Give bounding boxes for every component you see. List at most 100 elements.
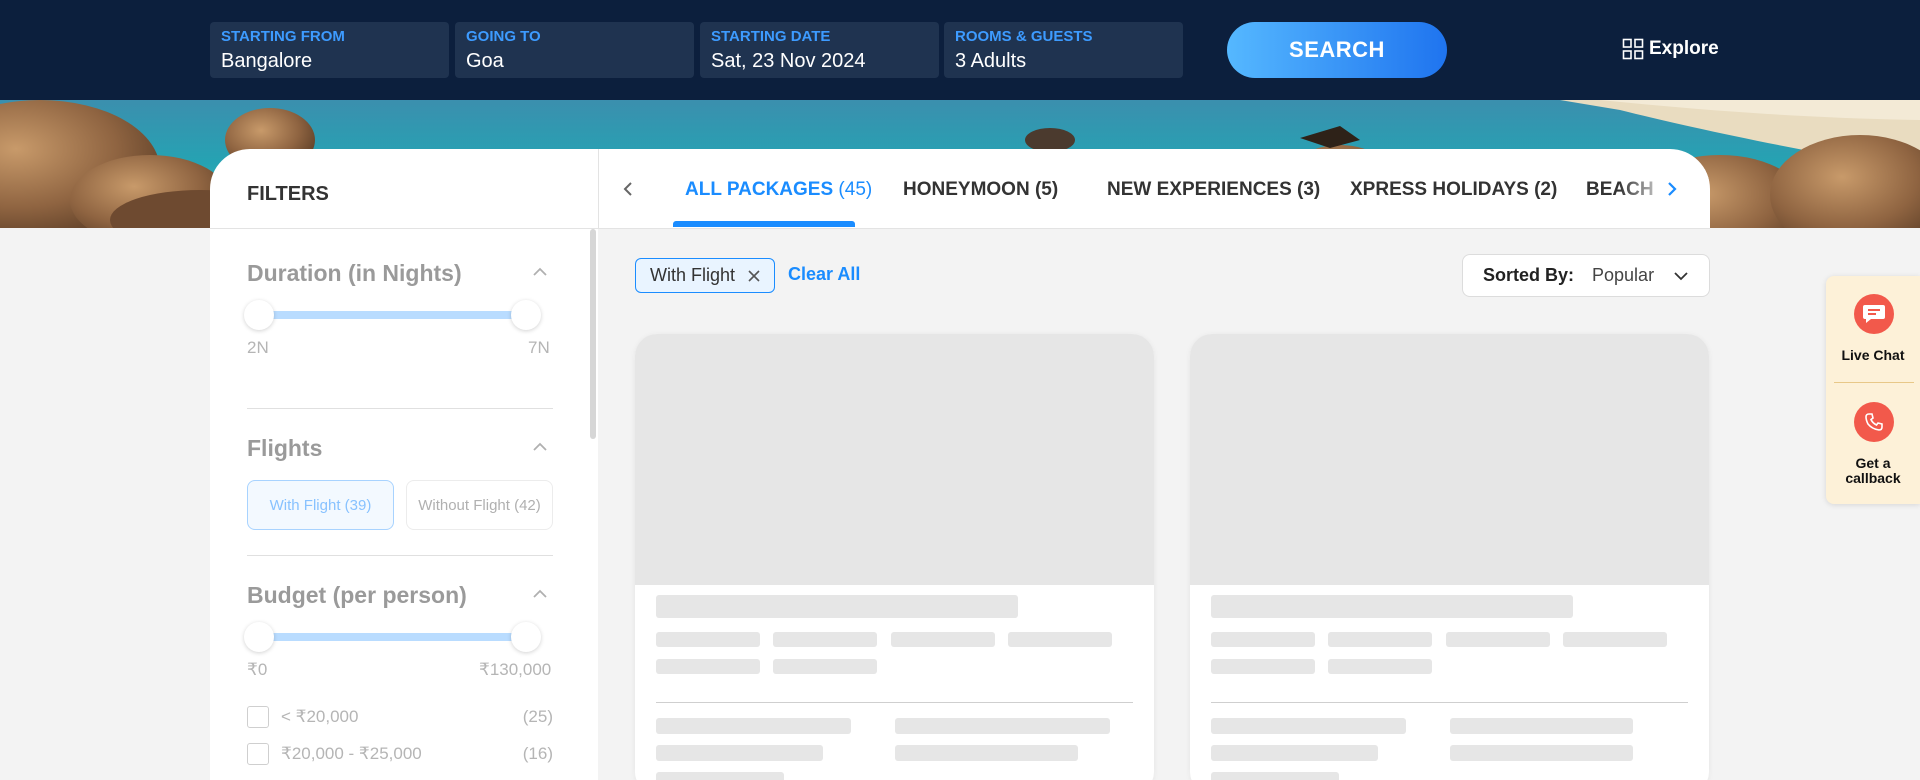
callback-label-line1[interactable]: Get a bbox=[1826, 456, 1920, 471]
rooms-guests-field[interactable]: ROOMS & GUESTS 3 Adults bbox=[944, 22, 1183, 78]
budget-title: Budget (per person) bbox=[247, 582, 467, 608]
tab-next-button[interactable] bbox=[1662, 177, 1682, 201]
skeleton-line bbox=[773, 659, 877, 674]
sidebar-scrollbar[interactable] bbox=[590, 229, 596, 439]
clear-all-link[interactable]: Clear All bbox=[788, 264, 860, 285]
skeleton-line bbox=[1211, 772, 1339, 780]
skeleton-line bbox=[656, 659, 760, 674]
skeleton-line bbox=[1446, 632, 1550, 647]
with-flight-chip[interactable]: With Flight (39) bbox=[247, 480, 394, 530]
field-value: 3 Adults bbox=[955, 50, 1027, 72]
chevron-up-icon[interactable] bbox=[532, 267, 548, 277]
tab-new-experiences[interactable]: NEW EXPERIENCES (3) bbox=[1107, 179, 1320, 201]
field-label: STARTING DATE bbox=[711, 28, 831, 45]
field-label: STARTING FROM bbox=[221, 28, 345, 45]
section-divider bbox=[247, 555, 553, 556]
tab-prev-button[interactable] bbox=[618, 177, 638, 201]
starting-date-field[interactable]: STARTING DATE Sat, 23 Nov 2024 bbox=[700, 22, 939, 78]
skeleton-line bbox=[1563, 632, 1667, 647]
budget-option-count: (16) bbox=[522, 744, 553, 763]
chevron-right-icon bbox=[1668, 182, 1677, 196]
skeleton-line bbox=[1008, 632, 1112, 647]
grid-icon bbox=[1622, 38, 1644, 60]
tab-all-packages[interactable]: ALL PACKAGES (45) bbox=[685, 179, 872, 201]
filters-title: FILTERS bbox=[247, 183, 329, 205]
explore-link[interactable]: Explore bbox=[1622, 38, 1719, 60]
budget-option-label: < ₹20,000 bbox=[281, 707, 359, 726]
skeleton-line bbox=[891, 632, 995, 647]
duration-max-handle[interactable] bbox=[511, 300, 541, 330]
skeleton-line bbox=[1450, 718, 1633, 734]
budget-min-label: ₹0 bbox=[247, 660, 268, 679]
chevron-up-icon[interactable] bbox=[532, 442, 548, 452]
skeleton-line bbox=[1328, 659, 1432, 674]
skeleton-line bbox=[1450, 745, 1633, 761]
phone-icon bbox=[1865, 413, 1883, 431]
skeleton-line bbox=[1211, 745, 1378, 761]
without-flight-chip[interactable]: Without Flight (42) bbox=[406, 480, 553, 530]
budget-max-handle[interactable] bbox=[511, 622, 541, 652]
chevron-down-icon bbox=[1674, 271, 1688, 280]
active-tab-indicator bbox=[673, 221, 855, 227]
chat-bubble-icon bbox=[1863, 305, 1885, 323]
explore-label: Explore bbox=[1649, 38, 1719, 59]
flights-title: Flights bbox=[247, 435, 323, 461]
duration-min-label: 2N bbox=[247, 338, 269, 357]
duration-min-handle[interactable] bbox=[244, 300, 274, 330]
starting-from-field[interactable]: STARTING FROM Bangalore bbox=[210, 22, 449, 78]
tab-honeymoon[interactable]: HONEYMOON (5) bbox=[903, 179, 1058, 201]
callback-button[interactable] bbox=[1854, 402, 1894, 442]
package-tabs: ALL PACKAGES (45) HONEYMOON (5) NEW EXPE… bbox=[598, 149, 1710, 229]
field-label: GOING TO bbox=[466, 28, 541, 45]
skeleton-line bbox=[656, 772, 784, 780]
applied-filter-label: With Flight bbox=[650, 265, 736, 285]
live-chat-button[interactable] bbox=[1854, 294, 1894, 334]
field-value: Bangalore bbox=[221, 50, 313, 72]
duration-max-label: 7N bbox=[528, 338, 550, 357]
image-placeholder bbox=[1190, 334, 1709, 585]
budget-min-handle[interactable] bbox=[244, 622, 274, 652]
going-to-field[interactable]: GOING TO Goa bbox=[455, 22, 694, 78]
field-value: Sat, 23 Nov 2024 bbox=[711, 50, 866, 72]
budget-max-label: ₹130,000 bbox=[479, 660, 552, 679]
budget-option[interactable]: < ₹20,000 (25) bbox=[247, 705, 553, 729]
tab-count: (45) bbox=[838, 179, 873, 200]
help-widget: Live Chat Get a callback bbox=[1826, 276, 1920, 504]
skeleton-line bbox=[656, 718, 851, 734]
skeleton-line bbox=[1211, 659, 1315, 674]
image-placeholder bbox=[635, 334, 1154, 585]
package-card-skeleton bbox=[635, 334, 1154, 780]
close-icon[interactable] bbox=[747, 269, 761, 283]
search-header: STARTING FROM Bangalore GOING TO Goa STA… bbox=[0, 0, 1920, 100]
duration-slider-track bbox=[260, 311, 526, 319]
skeleton-line bbox=[1211, 718, 1406, 734]
card-divider bbox=[1211, 702, 1688, 703]
skeleton-line bbox=[895, 745, 1078, 761]
budget-option-label: ₹20,000 - ₹25,000 bbox=[281, 744, 422, 763]
budget-option[interactable]: ₹20,000 - ₹25,000 (16) bbox=[247, 742, 553, 766]
skeleton-line bbox=[773, 632, 877, 647]
skeleton-line bbox=[895, 718, 1110, 734]
chevron-left-icon bbox=[623, 182, 632, 196]
sort-value: Popular bbox=[1592, 265, 1655, 285]
field-value: Goa bbox=[466, 50, 504, 72]
section-divider bbox=[247, 408, 553, 409]
sort-dropdown[interactable]: Sorted By: Popular bbox=[1462, 254, 1710, 297]
skeleton-line bbox=[656, 632, 760, 647]
skeleton-line bbox=[1211, 595, 1573, 618]
live-chat-label[interactable]: Live Chat bbox=[1826, 348, 1920, 363]
applied-filter-chip[interactable]: With Flight bbox=[635, 258, 775, 293]
help-divider bbox=[1834, 382, 1914, 383]
budget-slider-track bbox=[260, 633, 526, 641]
tab-xpress-holidays[interactable]: XPRESS HOLIDAYS (2) bbox=[1350, 179, 1557, 201]
budget-option-count: (25) bbox=[522, 707, 553, 726]
checkbox[interactable] bbox=[247, 706, 269, 728]
card-divider bbox=[656, 702, 1133, 703]
skeleton-line bbox=[656, 745, 823, 761]
callback-label-line2[interactable]: callback bbox=[1826, 471, 1920, 486]
skeleton-line bbox=[1328, 632, 1432, 647]
chevron-up-icon[interactable] bbox=[532, 589, 548, 599]
field-label: ROOMS & GUESTS bbox=[955, 28, 1093, 45]
search-button[interactable]: SEARCH bbox=[1227, 22, 1447, 78]
checkbox[interactable] bbox=[247, 743, 269, 765]
